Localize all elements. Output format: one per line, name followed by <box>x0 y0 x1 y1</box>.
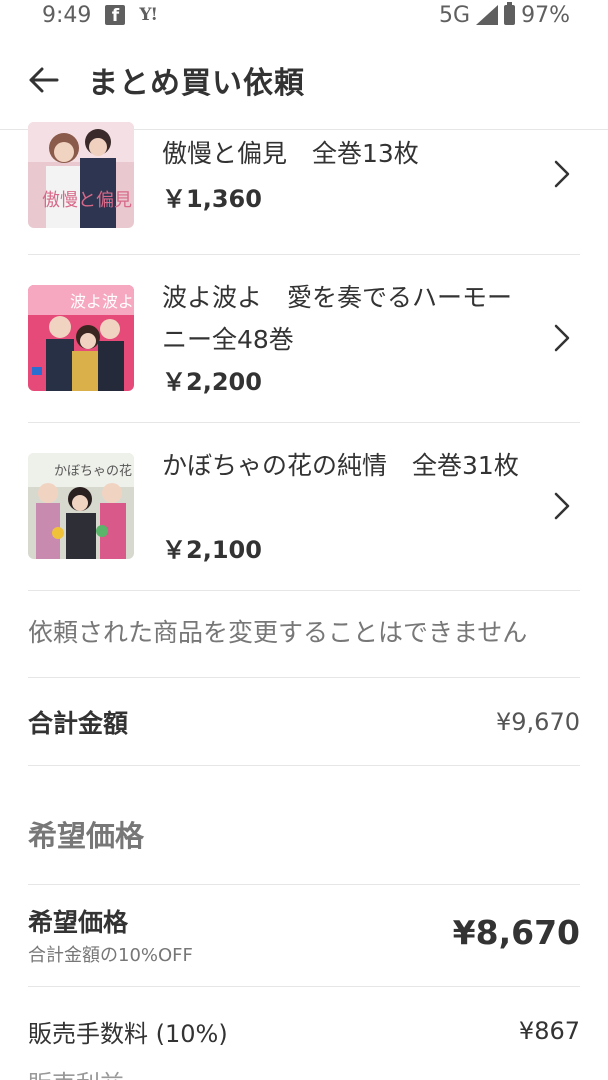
page-title: まとめ買い依頼 <box>88 65 305 101</box>
status-left: 9:49 f Y! <box>42 2 158 28</box>
app-header: まとめ買い依頼 <box>0 30 608 130</box>
svg-text:かぼちゃの花: かぼちゃの花 <box>54 463 132 479</box>
desired-price-row[interactable]: 希望価格 合計金額の10%OFF ¥8,670 <box>28 885 580 987</box>
change-notice: 依頼された商品を変更することはできません <box>28 591 580 678</box>
cutoff-label: 販売利益 <box>28 1068 228 1080</box>
cutoff-row: 販売利益 <box>28 1068 228 1080</box>
yahoo-icon: Y! <box>139 5 158 25</box>
product-thumbnail: かぼちゃの花 <box>28 453 134 559</box>
item-price: ￥2,100 <box>162 536 262 564</box>
chevron-right-icon <box>554 160 570 188</box>
list-item[interactable]: 波よ波よ 波よ波よ 愛を奏でるハーモーニー全48巻 ￥2,200 <box>28 255 580 423</box>
item-price: ￥1,360 <box>162 185 262 213</box>
desired-price-value: ¥8,670 <box>452 913 580 952</box>
desired-price-label: 希望価格 <box>28 908 129 937</box>
section-heading: 希望価格 <box>28 766 580 885</box>
total-value: ¥9,670 <box>496 707 580 736</box>
total-row: 合計金額 ¥9,670 <box>28 678 580 766</box>
item-title: 傲慢と偏見 全巻13枚 <box>162 139 419 168</box>
chevron-right-icon <box>554 324 570 352</box>
item-list: 傲慢と偏見 傲慢と偏見 全巻13枚 ￥1,360 波よ波よ 波よ波よ 愛を奏でる… <box>28 122 580 591</box>
item-price: ￥2,200 <box>162 368 262 396</box>
list-item[interactable]: かぼちゃの花 かぼちゃの花の純情 全巻31枚 ￥2,100 <box>28 423 580 591</box>
list-item[interactable]: 傲慢と偏見 傲慢と偏見 全巻13枚 ￥1,360 <box>28 122 580 255</box>
battery-icon <box>504 2 516 25</box>
signal-icon <box>476 5 499 25</box>
fee-label: 販売手数料 (10%) <box>28 1019 228 1048</box>
status-bar: 9:49 f Y! 5G 97% <box>0 0 608 30</box>
status-right: 5G 97% <box>439 2 570 28</box>
fee-row: 販売手数料 (10%) ¥867 <box>28 987 580 1075</box>
back-button[interactable] <box>24 60 64 100</box>
total-label: 合計金額 <box>28 708 129 738</box>
item-title: かぼちゃの花の純情 全巻31枚 <box>162 451 519 480</box>
svg-text:傲慢と偏見: 傲慢と偏見 <box>42 190 132 211</box>
facebook-icon: f <box>105 5 126 26</box>
chevron-right-icon <box>554 492 570 520</box>
item-title: 波よ波よ 愛を奏でるハーモーニー全48巻 <box>162 283 513 354</box>
arrow-left-icon <box>29 67 59 92</box>
product-thumbnail: 波よ波よ <box>28 285 134 391</box>
desired-price-note: 合計金額の10%OFF <box>28 945 193 966</box>
status-time: 9:49 <box>42 2 92 28</box>
fee-value: ¥867 <box>518 1017 580 1045</box>
svg-text:波よ波よ: 波よ波よ <box>70 292 134 311</box>
product-thumbnail: 傲慢と偏見 <box>28 122 134 228</box>
battery-level: 97% <box>521 2 570 28</box>
network-label: 5G <box>439 2 471 28</box>
